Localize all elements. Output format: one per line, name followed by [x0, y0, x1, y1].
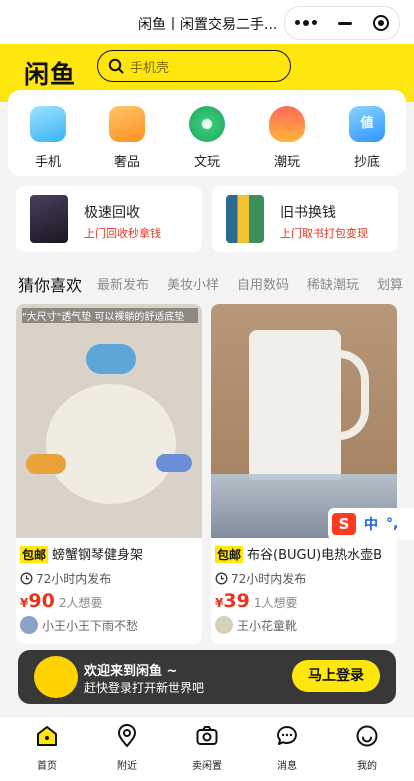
category-label: 奢品 [113, 155, 140, 170]
nav-profile[interactable]: 我的 [337, 723, 397, 772]
jade-icon [189, 106, 225, 142]
seller-name: 小王小王下雨不愁 [42, 618, 139, 633]
toy-bear-icon [269, 106, 305, 142]
category-label: 手机 [34, 155, 61, 170]
product-image: "大尺寸"透气垫 可以裸躺的舒适底垫 [16, 304, 202, 538]
avatar [215, 616, 233, 634]
publish-time-text: 72小时内发布 [36, 572, 112, 586]
free-shipping-tag: 包邮 [215, 546, 244, 563]
want-count: 1人想要 [253, 596, 298, 610]
seller-name: 王小花童靴 [237, 618, 298, 633]
category-grid: 手机 奢品 文玩 潮玩 値 抄底 [8, 90, 406, 176]
nav-messages[interactable]: 消息 [257, 723, 317, 772]
product-title-text: 螃蟹钢琴健身架 [52, 548, 144, 563]
product-title: 包邮 螃蟹钢琴健身架 [20, 544, 200, 563]
avatar [20, 616, 38, 634]
category-phone[interactable]: 手机 [18, 106, 78, 170]
publish-time-text: 72小时内发布 [231, 572, 307, 586]
price-value: 90 [28, 590, 55, 612]
product-card[interactable]: "大尺寸"透气垫 可以裸躺的舒适底垫 包邮 螃蟹钢琴健身架 72小时内发布 ¥ 9… [16, 304, 202, 644]
search-placeholder: 手机壳 [130, 60, 170, 76]
price-row: ¥ 39 1人想要 [215, 590, 297, 612]
books-image [226, 195, 264, 243]
location-icon [114, 723, 140, 749]
login-banner: 欢迎来到闲鱼 ~ 赶快登录打开新世界吧 马上登录 [18, 650, 396, 704]
category-label: 抄底 [353, 155, 380, 170]
promo-old-books[interactable]: 旧书换钱 上门取书打包变现 [212, 186, 398, 252]
bottom-nav: 首页 附近 卖闲置 消息 我的 [0, 716, 414, 781]
close-icon[interactable] [372, 15, 389, 31]
publish-time: 72小时内发布 [20, 570, 111, 587]
app-logo: 闲鱼 [24, 60, 77, 89]
category-trendy-toys[interactable]: 潮玩 [257, 106, 317, 170]
product-image [211, 304, 397, 538]
seller-info[interactable]: 小王小王下雨不愁 [20, 616, 138, 634]
mini-program-titlebar: 闲鱼丨闲置交易二手... [0, 0, 414, 44]
phone-product-image [30, 195, 68, 243]
ime-mode-label: 中 [364, 517, 378, 533]
seller-info[interactable]: 王小花童靴 [215, 616, 297, 634]
nav-label: 卖闲置 [192, 761, 222, 772]
search-input[interactable]: 手机壳 [97, 50, 291, 82]
nav-label: 附近 [117, 761, 137, 772]
clock-icon [215, 572, 228, 585]
tab-digital[interactable]: 自用数码 [237, 274, 289, 293]
clock-icon [20, 572, 33, 585]
feed-tabs: 猜你喜欢 最新发布 美妆小样 自用数码 稀缺潮玩 划算 [0, 268, 414, 298]
product-title-text: 布谷(BUGU)电热水壶B [247, 548, 383, 563]
category-antique[interactable]: 文玩 [177, 106, 237, 170]
nav-label: 我的 [357, 761, 377, 772]
handbag-icon [109, 106, 145, 142]
nav-label: 消息 [277, 761, 297, 772]
profile-icon [354, 723, 380, 749]
currency-symbol: ¥ [215, 596, 224, 610]
currency-symbol: ¥ [20, 596, 29, 610]
punctuation-icon: °, [386, 516, 399, 532]
tab-beauty-samples[interactable]: 美妆小样 [167, 274, 219, 293]
tab-rare-toys[interactable]: 稀缺潮玩 [307, 274, 359, 293]
message-icon [274, 723, 300, 749]
free-shipping-tag: 包邮 [20, 546, 49, 563]
camera-icon [194, 723, 220, 749]
home-icon [34, 723, 60, 749]
tab-guess-you-like[interactable]: 猜你喜欢 [18, 272, 82, 296]
promo-title: 极速回收 [84, 205, 140, 221]
promo-fast-recycle[interactable]: 极速回收 上门回收秒拿钱 [16, 186, 202, 252]
tab-latest[interactable]: 最新发布 [97, 274, 149, 293]
nav-sell[interactable]: 卖闲置 [177, 723, 237, 772]
search-icon [108, 58, 124, 74]
banner-subtitle: 赶快登录打开新世界吧 [84, 681, 205, 695]
fish-mascot-icon [34, 656, 78, 698]
product-card[interactable]: 包邮 布谷(BUGU)电热水壶B 72小时内发布 ¥ 39 1人想要 王小花童靴 [211, 304, 397, 644]
promo-title: 旧书换钱 [280, 205, 336, 221]
ime-toolbar[interactable]: S 中 °, [328, 508, 414, 540]
promo-subtitle: 上门回收秒拿钱 [84, 227, 161, 240]
category-label: 潮玩 [273, 155, 300, 170]
more-icon[interactable] [295, 20, 318, 26]
value-tag-icon: 値 [349, 106, 385, 142]
sogou-icon: S [332, 513, 356, 535]
banner-title: 欢迎来到闲鱼 ~ [84, 664, 178, 679]
tab-bargain[interactable]: 划算 [377, 274, 403, 293]
want-count: 2人想要 [58, 596, 103, 610]
price-row: ¥ 90 2人想要 [20, 590, 102, 612]
login-button[interactable]: 马上登录 [292, 660, 380, 692]
nav-nearby[interactable]: 附近 [97, 723, 157, 772]
minimize-icon[interactable] [337, 21, 352, 25]
capsule-menu [284, 6, 400, 40]
category-bargain[interactable]: 値 抄底 [337, 106, 397, 170]
nav-home[interactable]: 首页 [17, 723, 77, 772]
price-value: 39 [223, 590, 250, 612]
category-label: 文玩 [193, 155, 220, 170]
product-title: 包邮 布谷(BUGU)电热水壶B [215, 544, 395, 563]
phone-icon [30, 106, 66, 142]
image-caption: "大尺寸"透气垫 可以裸躺的舒适底垫 [22, 308, 198, 323]
promo-subtitle: 上门取书打包变现 [280, 227, 368, 240]
nav-label: 首页 [37, 761, 57, 772]
publish-time: 72小时内发布 [215, 570, 306, 587]
category-luxury[interactable]: 奢品 [97, 106, 157, 170]
page-title: 闲鱼丨闲置交易二手... [138, 17, 278, 33]
